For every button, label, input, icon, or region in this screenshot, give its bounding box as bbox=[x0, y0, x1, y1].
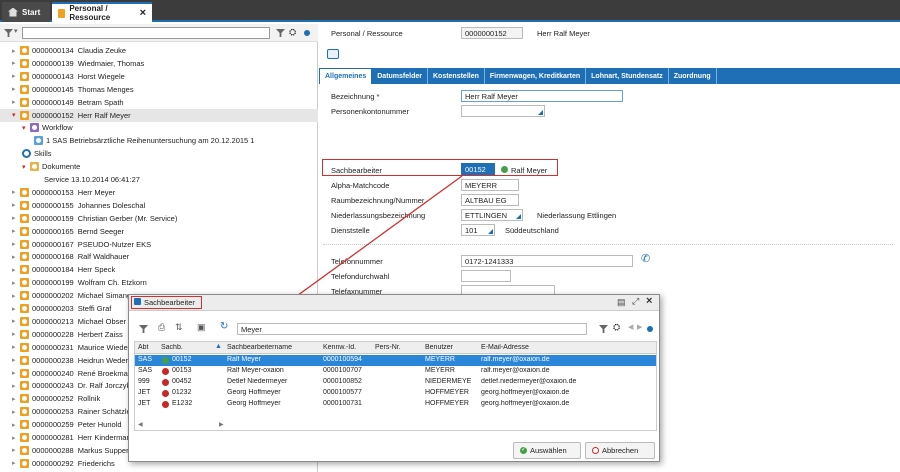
table-row[interactable]: JET E1232 Georg Hoffmeyer 0000100731 HOFFMEY… bbox=[135, 399, 656, 410]
cancel-icon bbox=[592, 447, 599, 454]
cell-name: Ralf Meyer-oxaion bbox=[227, 367, 284, 374]
binoculars-icon[interactable]: ⛭ bbox=[613, 322, 620, 333]
sort-icon[interactable]: ⇅ bbox=[175, 322, 183, 333]
cell-sachb: 01232 bbox=[172, 389, 192, 396]
column-header[interactable]: E-Mail-Adresse bbox=[481, 344, 631, 351]
cell-sachb: 00153 bbox=[172, 367, 192, 374]
cell-kennw: 0000100577 bbox=[323, 389, 362, 396]
sachbearbeiter-grid: Abt Sachb. Sachbearbeitername Kennw.-Id. Per… bbox=[134, 341, 657, 431]
cell-name: Ralf Meyer bbox=[227, 356, 261, 363]
window-icon bbox=[134, 298, 141, 305]
dialog-search-input[interactable]: Meyer bbox=[237, 323, 587, 335]
cell-email: ralf.meyer@oxaion.de bbox=[481, 356, 550, 363]
status-dot-icon bbox=[647, 326, 653, 332]
cancel-label: Abbrechen bbox=[602, 446, 639, 455]
column-header[interactable]: Pers-Nr. bbox=[375, 344, 423, 351]
grid-header: Abt Sachb. Sachbearbeitername Kennw.-Id. Per… bbox=[135, 342, 656, 354]
print-icon[interactable]: ⎙ bbox=[158, 322, 165, 333]
status-dot-icon bbox=[162, 379, 169, 386]
cell-abt: 999 bbox=[138, 378, 150, 385]
cell-sachb: 00452 bbox=[172, 378, 192, 385]
next-icon[interactable]: ▶ bbox=[637, 323, 642, 331]
table-row[interactable]: JET 01232 Georg Hoffmeyer 0000100577 HOFFMEY… bbox=[135, 388, 656, 399]
sachbearbeiter-dialog: Sachbearbeiter ▤ ⤢ × ⎙ ⇅ ▣ ↻ Meyer ⛭ ◀ ▶… bbox=[128, 294, 660, 462]
cell-benutzer: HOFFMEYER bbox=[425, 400, 469, 407]
maximize-icon[interactable]: ⤢ bbox=[632, 296, 639, 307]
status-dot-icon bbox=[162, 390, 169, 397]
cell-email: georg.hoffmeyer@oxaion.de bbox=[481, 400, 570, 407]
dialog-title: Sachbearbeiter bbox=[144, 298, 195, 307]
column-header[interactable]: Benutzer bbox=[425, 344, 479, 351]
cell-benutzer: NIEDERMEYE bbox=[425, 378, 472, 385]
table-row[interactable]: SAS 00152 Ralf Meyer 0000100594 MEYERR ralf.m… bbox=[135, 355, 656, 366]
cell-name: Georg Hoffmeyer bbox=[227, 400, 281, 407]
status-dot-icon bbox=[162, 401, 169, 408]
cell-sachb: 00152 bbox=[172, 356, 192, 363]
layout-icon[interactable]: ▤ bbox=[617, 297, 626, 308]
cell-name: Detlef Niedermeyer bbox=[227, 378, 288, 385]
close-icon[interactable]: × bbox=[646, 295, 652, 307]
column-header[interactable]: Sachb. bbox=[161, 344, 219, 351]
scroll-left-icon[interactable]: ◀ bbox=[138, 421, 143, 428]
cancel-button[interactable]: Abbrechen bbox=[585, 442, 655, 459]
dialog-titlebar: Sachbearbeiter ▤ ⤢ × bbox=[129, 295, 659, 311]
status-dot-icon bbox=[162, 368, 169, 375]
prev-icon[interactable]: ◀ bbox=[628, 323, 633, 331]
export-icon[interactable]: ▣ bbox=[197, 322, 206, 333]
status-dot-icon bbox=[162, 357, 169, 364]
column-header[interactable]: Abt bbox=[138, 344, 158, 351]
cell-benutzer: HOFFMEYER bbox=[425, 389, 469, 396]
cell-kennw: 0000100594 bbox=[323, 356, 362, 363]
table-row[interactable]: 999 00452 Detlef Niedermeyer 0000100852 NIED… bbox=[135, 377, 656, 388]
cell-abt: JET bbox=[138, 389, 151, 396]
dialog-toolbar: ⎙ ⇅ ▣ ↻ Meyer ⛭ ◀ ▶ bbox=[129, 321, 659, 336]
cell-email: ralf.meyer@oxaion.de bbox=[481, 367, 550, 374]
cell-name: Georg Hoffmeyer bbox=[227, 389, 281, 396]
cell-kennw: 0000100731 bbox=[323, 400, 362, 407]
cell-email: georg.hoffmeyer@oxaion.de bbox=[481, 389, 570, 396]
cell-benutzer: MEYERR bbox=[425, 356, 455, 363]
cell-abt: JET bbox=[138, 400, 151, 407]
cell-email: detlef.niedermeyer@oxaion.de bbox=[481, 378, 577, 385]
filter-icon[interactable] bbox=[139, 325, 148, 333]
cell-sachb: E1232 bbox=[172, 400, 193, 407]
cell-abt: SAS bbox=[138, 367, 153, 374]
cell-kennw: 0000100852 bbox=[323, 378, 362, 385]
cell-benutzer: MEYERR bbox=[425, 367, 455, 374]
cell-kennw: 0000100707 bbox=[323, 367, 362, 374]
table-row[interactable]: SAS 00153 Ralf Meyer-oxaion 0000100707 MEYER… bbox=[135, 366, 656, 377]
cell-abt: SAS bbox=[138, 356, 153, 363]
filter-apply-icon[interactable] bbox=[599, 325, 608, 333]
select-label: Auswählen bbox=[530, 446, 567, 455]
check-icon: ✓ bbox=[520, 447, 527, 454]
select-button[interactable]: ✓ Auswählen bbox=[513, 442, 581, 459]
column-header[interactable]: Kennw.-Id. bbox=[323, 344, 373, 351]
sort-ascending-icon: ▲ bbox=[215, 343, 222, 350]
column-header[interactable]: Sachbearbeitername bbox=[227, 344, 319, 351]
refresh-icon[interactable]: ↻ bbox=[220, 321, 228, 332]
scroll-right-icon[interactable]: ▶ bbox=[219, 421, 224, 428]
